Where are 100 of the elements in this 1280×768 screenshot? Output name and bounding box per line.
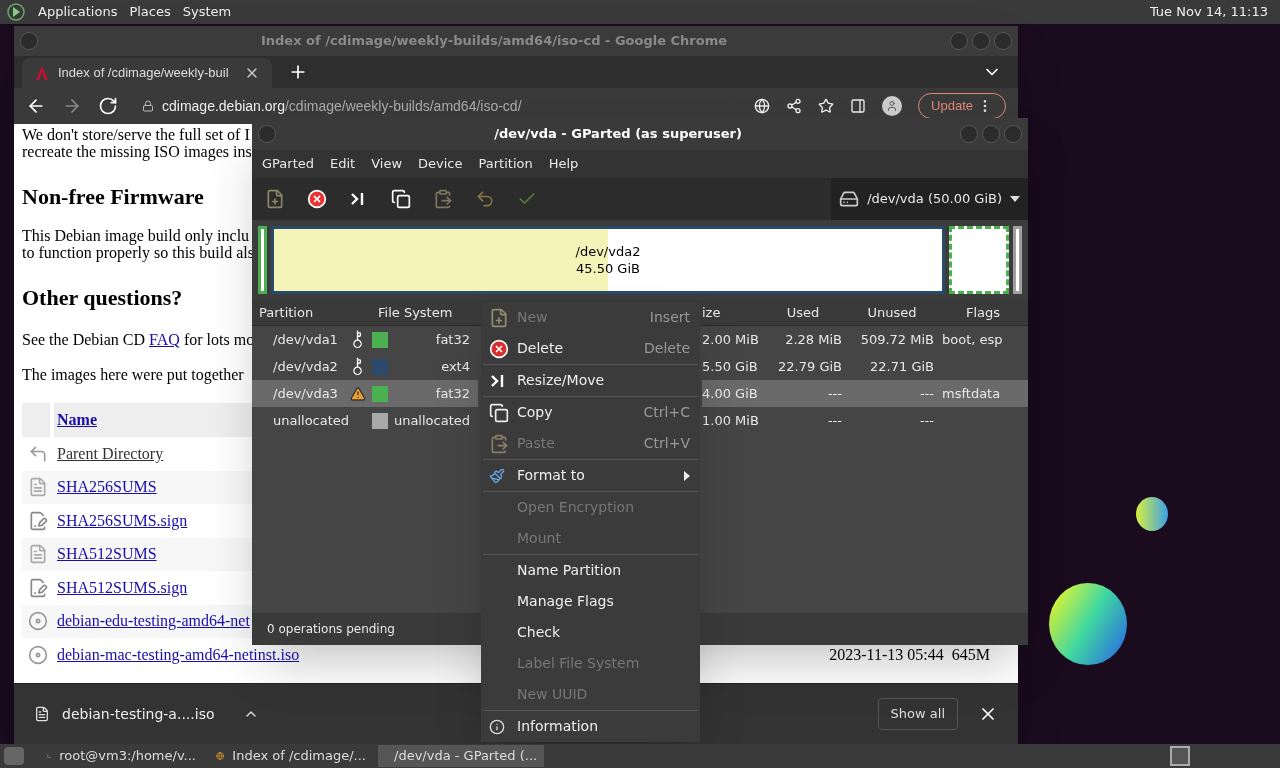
paragraph-line: recreate the missing ISO images ins	[22, 143, 252, 160]
file-link[interactable]: Parent Directory	[57, 441, 164, 466]
toolbar-button[interactable]	[390, 188, 412, 210]
table-cell-text: ---	[918, 411, 935, 430]
table-cell-text: fat32	[434, 384, 471, 403]
table-cell-text: /dev/vda3	[272, 384, 339, 403]
partition-segment[interactable]: /dev/vda2 45.50 GiB	[271, 226, 945, 294]
paste-icon	[489, 433, 509, 454]
file-link[interactable]: debian-edu-testing-amd64-net	[57, 609, 250, 634]
device-selector[interactable]: /dev/vda (50.00 GiB)	[831, 178, 1028, 220]
menu-item[interactable]: Delete Delete	[481, 333, 700, 364]
paragraph-line: We don't store/serve the full set of I	[22, 126, 250, 143]
partition-row[interactable]: /dev/vda2 ext4	[252, 353, 478, 380]
workspace-switcher[interactable]	[1170, 746, 1190, 766]
menu-item[interactable]: Information	[481, 711, 700, 742]
bookmark-star-icon[interactable]	[818, 98, 835, 114]
share-icon[interactable]	[786, 98, 803, 114]
table-cell-text: 5.50 GiB	[702, 357, 759, 376]
table-cell-text: fat32	[434, 330, 471, 349]
partition-row[interactable]: 1.00 MiB --- ---	[702, 407, 1028, 434]
profile-avatar[interactable]	[882, 96, 903, 116]
menu-item[interactable]: Copy Ctrl+C	[481, 397, 700, 428]
faq-link[interactable]: FAQ	[149, 331, 180, 348]
column-header[interactable]: Flags	[938, 302, 1028, 323]
file-date: 2023-11-13 05:44	[829, 644, 944, 665]
partition-row[interactable]: 4.00 GiB --- --- msftdata	[702, 380, 1028, 407]
launcher-icon[interactable]	[6, 2, 26, 22]
info-icon	[489, 718, 505, 735]
section-heading: Other questions?	[22, 284, 183, 312]
menu-item[interactable]: Device	[412, 154, 469, 174]
partition-segment[interactable]	[949, 226, 1009, 294]
download-filename[interactable]: debian-testing-a....iso	[62, 703, 215, 725]
menu-item[interactable]: Manage Flags	[481, 586, 700, 617]
file-link[interactable]: debian-mac-testing-amd64-netinst.iso	[57, 642, 300, 667]
column-header[interactable]: ize	[702, 302, 760, 323]
menu-item[interactable]: Check	[481, 617, 700, 648]
table-cell-text: 1.00 MiB	[702, 411, 760, 430]
delete-icon	[489, 338, 509, 359]
panel-menu[interactable]: Applications	[38, 2, 118, 22]
document-icon	[28, 544, 48, 565]
menu-item[interactable]: Resize/Move	[481, 365, 700, 396]
partition-size: 45.50 GiB	[576, 260, 640, 277]
delete-icon	[307, 189, 327, 209]
taskbar-item[interactable]: Index of /cdimage/...	[208, 745, 374, 767]
file-icon	[34, 706, 50, 722]
lock-icon	[142, 100, 154, 112]
back-arrow-icon	[28, 443, 48, 464]
show-all-button[interactable]: Show all	[877, 698, 958, 730]
taskbar-item[interactable]: /dev/vda - GParted (...	[378, 745, 544, 767]
partition-segment[interactable]	[258, 226, 267, 294]
panel-menu[interactable]: Places	[129, 2, 171, 22]
name-column-header[interactable]: Name	[57, 408, 97, 432]
menu-item[interactable]: Name Partition	[481, 555, 700, 586]
partition-row[interactable]: /dev/vda1 fat32	[252, 326, 478, 353]
partition-segment[interactable]	[1013, 226, 1022, 294]
menu-item[interactable]: Edit	[324, 154, 362, 174]
disc-icon	[28, 644, 48, 665]
paste-icon	[433, 189, 453, 209]
file-link[interactable]: SHA512SUMS	[57, 542, 157, 567]
file-link[interactable]: SHA256SUMS.sign	[57, 508, 188, 533]
table-cell-text: ---	[826, 384, 843, 403]
paragraph-line: This Debian image build only inclu	[22, 227, 250, 244]
table-cell-text: 2.28 MiB	[784, 330, 843, 349]
partition-row[interactable]: /dev/vda3 fat32	[252, 380, 478, 407]
menu-item[interactable]: Partition	[472, 154, 539, 174]
window-title: /dev/vda - GParted (as superuser)	[493, 125, 743, 144]
table-cell-text: 22.79 GiB	[777, 357, 843, 376]
shortcut-text: Insert	[649, 308, 690, 327]
taskbar-item[interactable]: root@vm3:/home/v...	[38, 745, 204, 767]
table-cell-text: 22.71 GiB	[869, 357, 935, 376]
column-header[interactable]: Partition	[252, 302, 372, 323]
copy-icon	[391, 189, 411, 209]
menu-item[interactable]: Format to	[481, 460, 700, 491]
table-cell-text: ext4	[440, 357, 471, 376]
panel-menu[interactable]: System	[182, 2, 232, 22]
url-text: cdimage.debian.org/cdimage/weekly-builds/amd64/iso-cd/	[162, 96, 522, 116]
partition-row[interactable]: unallocated unallocated	[252, 407, 478, 434]
partition-row[interactable]: 2.00 MiB 2.28 MiB 509.72 MiB boot, esp	[702, 326, 1028, 353]
status-text: 0 operations pending	[267, 621, 395, 638]
column-header[interactable]: Unused	[846, 302, 938, 323]
table-cell-text: ---	[918, 384, 935, 403]
partition-name: /dev/vda2	[575, 243, 641, 260]
file-link[interactable]: SHA512SUMS.sign	[57, 575, 188, 600]
toolbar-button[interactable]	[306, 188, 328, 210]
submenu-arrow-icon	[684, 470, 690, 481]
person-icon	[886, 100, 899, 112]
browser-tab[interactable]: Index of /cdimage/weekly-buil	[22, 58, 272, 88]
table-cell-text: boot, esp	[941, 330, 1004, 349]
menu-item[interactable]: GParted	[256, 154, 320, 174]
clock: Tue Nov 14, 11:13	[1149, 3, 1268, 22]
side-panel-icon[interactable]	[850, 98, 867, 114]
partition-row[interactable]: 5.50 GiB 22.79 GiB 22.71 GiB	[702, 353, 1028, 380]
menu-item[interactable]: View	[365, 154, 409, 174]
column-header[interactable]: File System	[372, 302, 478, 323]
table-cell-text: ---	[826, 411, 843, 430]
menu-item[interactable]: Help	[542, 154, 585, 174]
signed-document-icon	[28, 577, 48, 598]
reload-icon[interactable]	[98, 96, 118, 116]
column-header[interactable]: Used	[760, 302, 846, 323]
file-link[interactable]: SHA256SUMS	[57, 475, 157, 500]
